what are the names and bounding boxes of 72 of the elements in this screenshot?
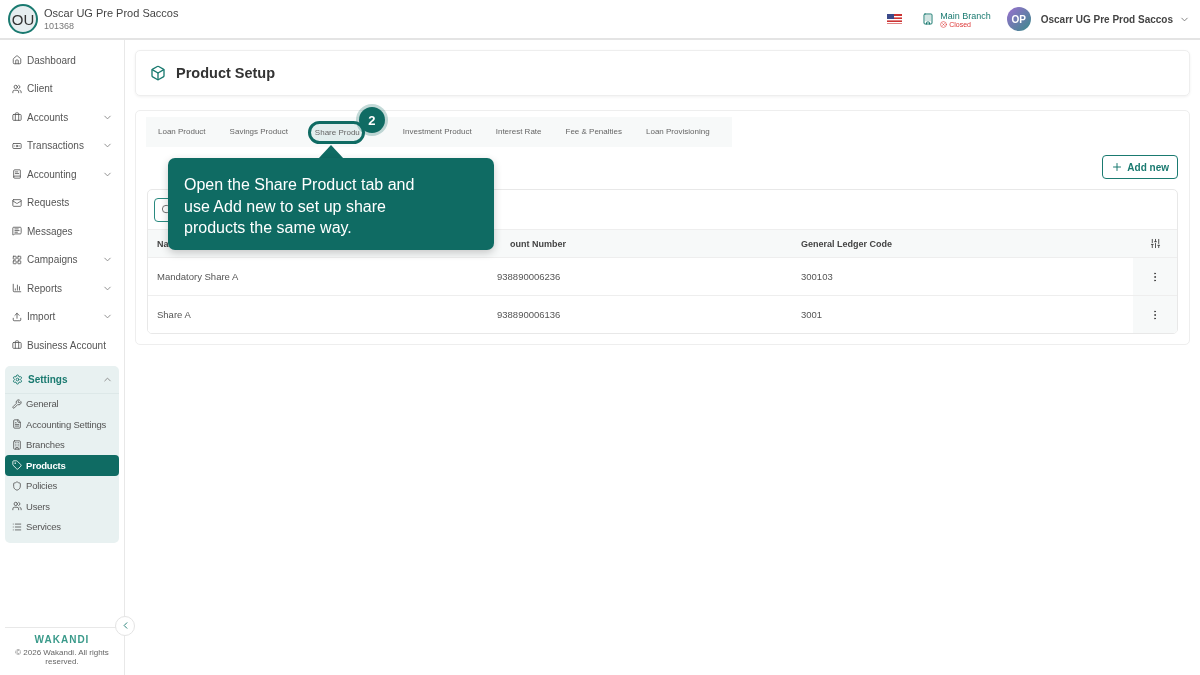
cube-icon — [150, 65, 166, 81]
menu-item-icon — [12, 501, 22, 512]
sidebar-item[interactable]: Accounting — [5, 160, 119, 189]
sidebar-item[interactable]: Business Account — [5, 331, 119, 360]
branch-name[interactable]: Main Branch — [940, 10, 991, 21]
sidebar-group-header[interactable]: Settings — [5, 365, 119, 394]
menu-item-icon — [12, 480, 22, 491]
sliders-icon — [1149, 238, 1161, 249]
menu-item-icon — [12, 398, 22, 409]
tab[interactable]: Fee & Penalties — [553, 120, 634, 144]
user-avatar[interactable]: OP — [1006, 7, 1031, 31]
table-cell-text: 938890006136 — [496, 309, 562, 320]
table-cell-text: Share A — [156, 309, 192, 320]
guide-tooltip: Open the Share Product tab and use Add new to set up share products the same way. — [168, 158, 494, 250]
sidebar-item[interactable]: Campaigns — [5, 245, 119, 274]
sidebar-item[interactable]: Dashboard — [5, 46, 119, 75]
menu-item-icon — [12, 226, 22, 237]
plus-icon — [1111, 161, 1124, 173]
menu-item-icon — [12, 254, 22, 265]
add-new-button[interactable]: Add new — [1102, 155, 1178, 179]
menu-item-icon — [12, 55, 22, 66]
copyright-text: © 2026 Wakandi. All rights reserved. — [14, 647, 110, 667]
sidebar-item[interactable]: Reports — [5, 274, 119, 303]
page-title: Product Setup — [176, 65, 276, 81]
menu-item-icon — [12, 283, 22, 294]
sidebar-subitem[interactable]: Accounting Settings — [5, 414, 119, 435]
menu-item-icon — [12, 83, 22, 94]
sidebar-subitem[interactable]: Policies — [5, 475, 119, 496]
tab[interactable]: Investment Product — [390, 120, 484, 144]
table-cell-text: 300103 — [800, 271, 834, 282]
column-header: General Ledger Code — [800, 238, 894, 249]
organization-name: Oscar UG Pre Prod Saccos — [44, 7, 179, 19]
menu-item-icon — [12, 419, 22, 430]
sidebar-subitem[interactable]: Services — [5, 516, 119, 537]
organization-avatar: OU — [8, 4, 38, 34]
menu-item-icon — [12, 460, 22, 471]
organization-code: 101368 — [44, 21, 76, 31]
menu-item-icon — [12, 340, 22, 351]
sidebar-item[interactable]: Accounts — [5, 103, 119, 132]
brand-logo: WAKANDI — [34, 633, 90, 645]
building-icon — [922, 13, 935, 25]
menu-item-icon — [12, 197, 22, 208]
collapse-sidebar-button[interactable] — [115, 615, 135, 636]
tab[interactable]: Savings Product — [217, 120, 300, 144]
gear-icon — [12, 373, 23, 385]
tab[interactable]: Share Produ — [307, 120, 365, 144]
table-cell-text: 3001 — [800, 309, 824, 320]
sidebar-subitem[interactable]: Products — [5, 455, 119, 476]
sidebar-item[interactable]: Messages — [5, 217, 119, 246]
sidebar-item[interactable]: Import — [5, 302, 119, 331]
sidebar-subitem[interactable]: General — [5, 393, 119, 414]
menu-item-icon — [12, 112, 22, 123]
sidebar-subitem[interactable]: Users — [5, 496, 119, 517]
sidebar-item[interactable]: Transactions — [5, 131, 119, 160]
sidebar-item[interactable]: Requests — [5, 188, 119, 217]
tab[interactable]: Loan Provisioning — [634, 120, 722, 144]
sidebar-subitem[interactable]: Branches — [5, 434, 119, 455]
user-name[interactable]: Oscarr UG Pre Prod Saccos — [1040, 13, 1173, 25]
table-cell-text: Mandatory Share A — [156, 271, 240, 282]
menu-item-icon — [12, 169, 22, 180]
flag-icon[interactable] — [887, 14, 903, 24]
menu-item-icon — [12, 311, 22, 322]
tab[interactable]: Interest Rate — [483, 120, 554, 144]
tab[interactable]: Loan Product — [146, 120, 218, 144]
column-header: ount Number — [509, 238, 567, 249]
menu-item-icon — [12, 140, 22, 151]
sidebar-item[interactable]: Client — [5, 74, 119, 103]
table-cell-text: 938890006236 — [496, 271, 562, 282]
step-badge: 2 — [358, 107, 385, 133]
menu-item-icon — [12, 521, 22, 532]
menu-item-icon — [12, 439, 22, 450]
close-circle-icon — [940, 20, 948, 28]
